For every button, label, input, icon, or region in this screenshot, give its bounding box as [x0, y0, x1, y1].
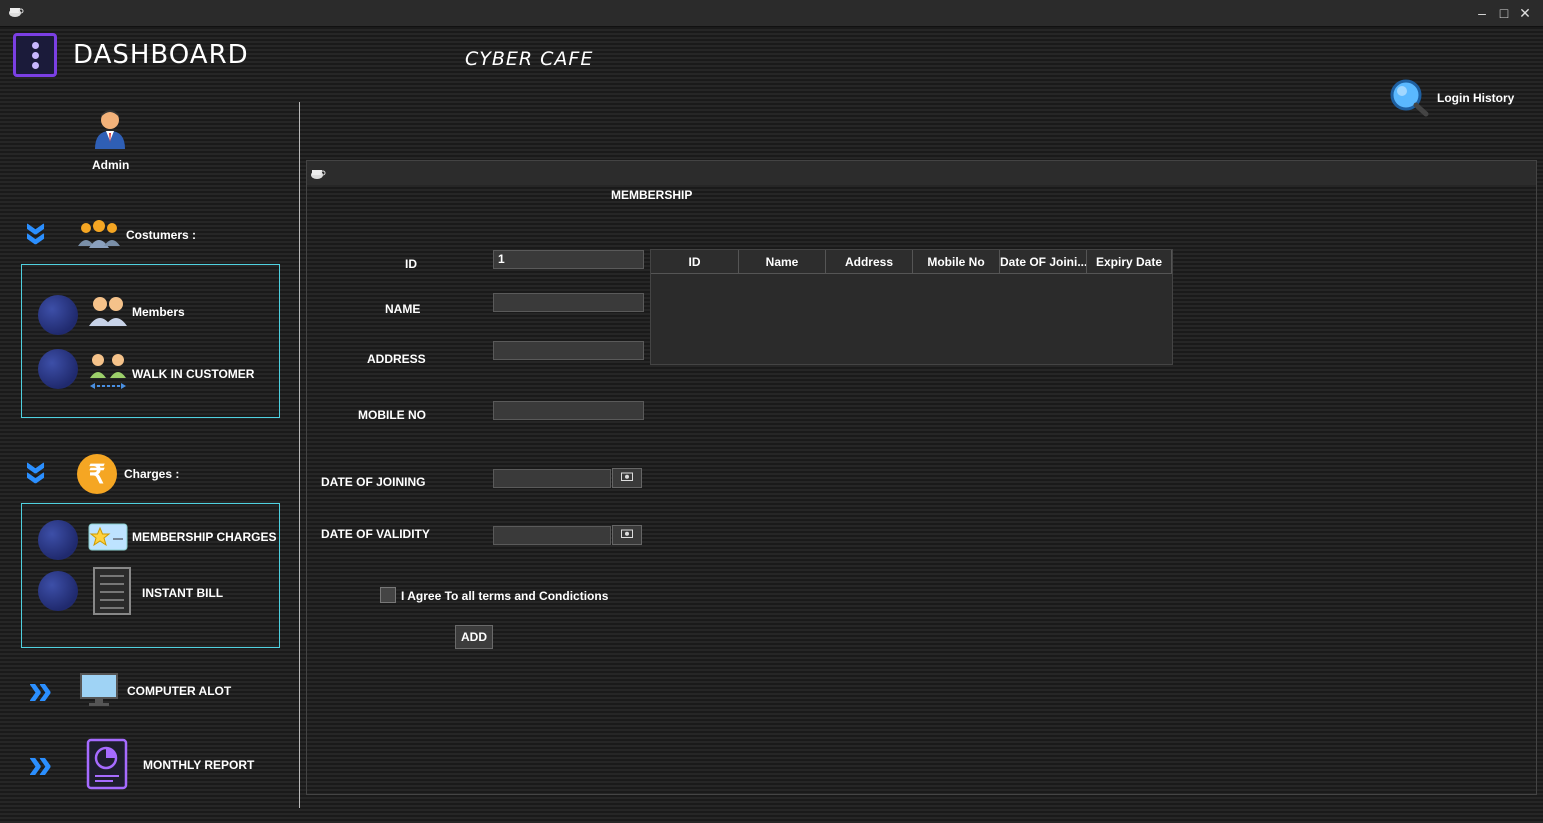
camera-icon: [621, 529, 633, 538]
report-icon: [86, 738, 128, 790]
id-field[interactable]: 1: [493, 250, 644, 269]
bill-document-icon: [93, 567, 131, 615]
table-header-expiry-date[interactable]: Expiry Date: [1087, 250, 1172, 274]
nav-membership-charges[interactable]: MEMBERSHIP CHARGES: [132, 530, 276, 544]
add-button[interactable]: ADD: [455, 625, 493, 649]
chevron-down-icon[interactable]: »: [14, 461, 63, 485]
agree-label: I Agree To all terms and Condictions: [401, 589, 609, 603]
camera-icon: [621, 472, 633, 481]
mobile-label: MOBILE NO: [358, 408, 426, 422]
date-of-validity-label: DATE OF VALIDITY: [321, 527, 430, 541]
nav-walk-in-customer[interactable]: WALK IN CUSTOMER: [132, 367, 254, 381]
admin-avatar-icon: [95, 110, 125, 149]
page-title: DASHBOARD: [73, 40, 249, 70]
nav-bullet-icon: [38, 295, 78, 335]
nav-monthly-report[interactable]: MONTHLY REPORT: [143, 758, 254, 772]
panel-titlebar: [307, 161, 1536, 185]
address-field[interactable]: [493, 341, 644, 360]
customers-nav-group: [21, 264, 280, 418]
membership-title: MEMBERSHIP: [611, 188, 693, 202]
minimize-button[interactable]: –: [1473, 4, 1491, 22]
calendar-button[interactable]: [612, 525, 642, 545]
date-of-joining-field[interactable]: [493, 469, 611, 488]
customers-section-label: Costumers :: [126, 228, 197, 242]
customers-group-icon: [78, 220, 120, 248]
members-icon: [89, 297, 127, 326]
charges-section-label: Charges :: [124, 467, 180, 481]
rupee-icon: ₹: [77, 454, 117, 494]
close-button[interactable]: ✕: [1516, 4, 1534, 22]
address-label: ADDRESS: [367, 352, 426, 366]
nav-bullet-icon: [38, 520, 78, 560]
menu-icon[interactable]: [13, 33, 57, 77]
walk-in-customer-icon: [90, 354, 126, 389]
chevron-right-icon[interactable]: »: [28, 742, 52, 786]
sidebar-divider: [299, 102, 300, 808]
nav-bullet-icon: [38, 349, 78, 389]
login-history-link[interactable]: Login History: [1437, 91, 1514, 105]
table-header-id[interactable]: ID: [651, 250, 739, 274]
admin-name: Admin: [92, 158, 130, 172]
nav-members[interactable]: Members: [132, 305, 185, 319]
monitor-icon: [80, 673, 118, 706]
chevron-down-icon[interactable]: »: [14, 222, 63, 246]
id-label: ID: [405, 257, 417, 271]
app-subtitle: CYBER CAFE: [465, 48, 594, 70]
coffee-cup-icon: [9, 8, 24, 17]
nav-bullet-icon: [38, 571, 78, 611]
chevron-right-icon[interactable]: »: [28, 668, 52, 712]
window-titlebar: – □ ✕: [0, 0, 1543, 27]
agree-checkbox[interactable]: [380, 587, 396, 603]
table-header-address[interactable]: Address: [826, 250, 913, 274]
search-icon[interactable]: [1388, 78, 1432, 118]
table-header-mobile[interactable]: Mobile No: [913, 250, 1000, 274]
name-field[interactable]: [493, 293, 644, 312]
date-of-joining-label: DATE OF JOINING: [321, 475, 426, 489]
nav-computer-alot[interactable]: COMPUTER ALOT: [127, 684, 231, 698]
date-of-validity-field[interactable]: [493, 526, 611, 545]
name-label: NAME: [385, 302, 421, 316]
membership-card-icon: [88, 523, 128, 551]
nav-instant-bill[interactable]: INSTANT BILL: [142, 586, 223, 600]
table-header-name[interactable]: Name: [739, 250, 826, 274]
table-header-date-of-joining[interactable]: Date OF Joini...: [1000, 250, 1087, 274]
mobile-field[interactable]: [493, 401, 644, 420]
maximize-button[interactable]: □: [1495, 4, 1513, 22]
coffee-cup-icon: [311, 170, 326, 179]
members-table[interactable]: ID Name Address Mobile No Date OF Joini.…: [650, 249, 1173, 365]
calendar-button[interactable]: [612, 468, 642, 488]
